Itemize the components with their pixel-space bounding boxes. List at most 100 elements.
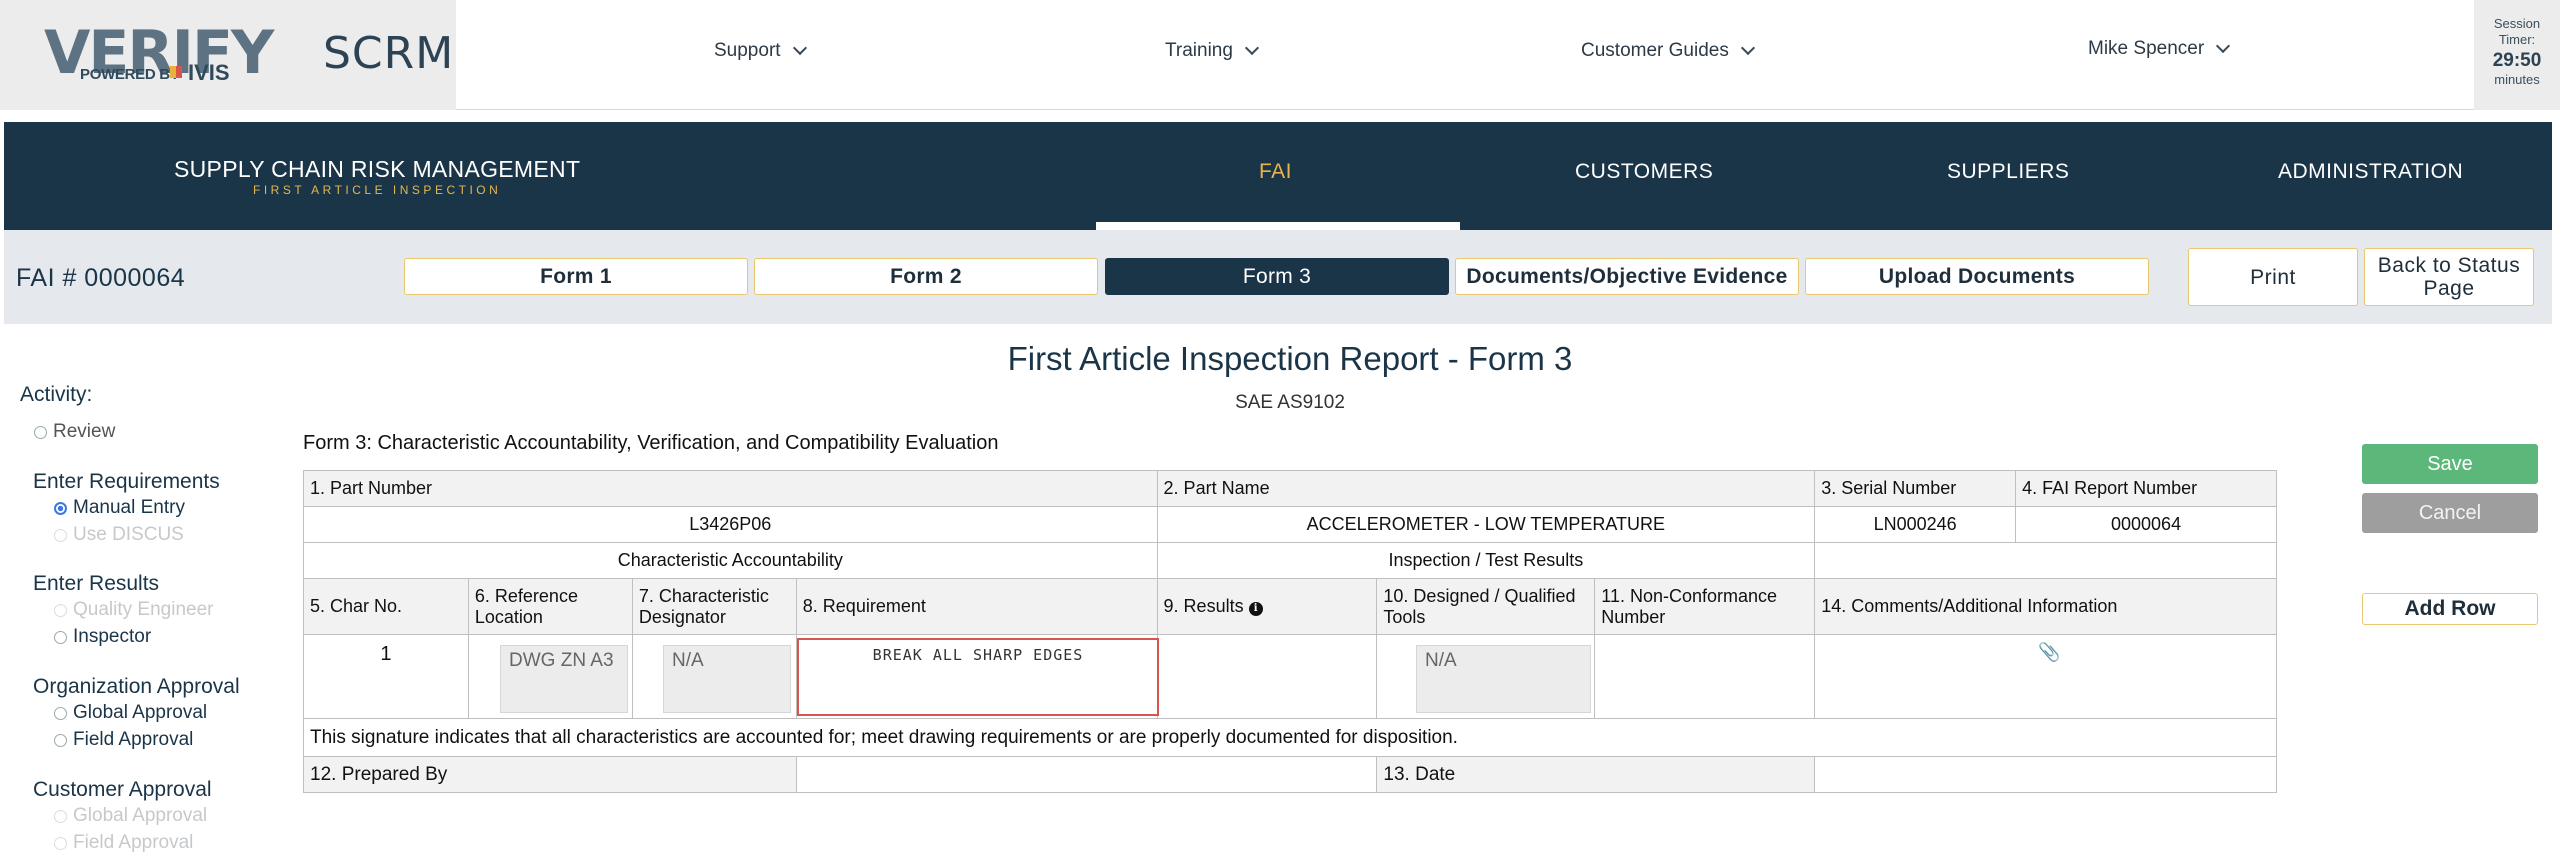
option-review[interactable]: Review (34, 421, 115, 443)
option-cust-field-approval[interactable]: Field Approval (54, 832, 193, 854)
use-discus-radio[interactable] (54, 528, 67, 542)
ncr-cell[interactable] (1594, 634, 1816, 719)
part-number-value: L3426P06 (303, 506, 1158, 543)
characteristic-designator-input[interactable]: N/A (663, 645, 791, 713)
tab-form-3[interactable]: Form 3 (1105, 258, 1449, 295)
enter-requirements-heading: Enter Requirements (33, 470, 220, 493)
header-row-part: 1. Part Number 2. Part Name 3. Serial Nu… (303, 470, 2277, 507)
review-radio[interactable] (34, 425, 47, 439)
logo-ivis: IVIS (188, 60, 230, 85)
cust-field-radio[interactable] (54, 836, 67, 850)
nav-training[interactable]: Training (1165, 40, 1260, 62)
option-cust-global-approval[interactable]: Global Approval (54, 805, 207, 827)
option-org-field-approval[interactable]: Field Approval (54, 729, 193, 751)
date-label: 13. Date (1376, 756, 1816, 793)
tools-input[interactable]: N/A (1416, 645, 1591, 713)
logo-powered-by: POWERED BY (80, 66, 180, 83)
option-inspector[interactable]: Inspector (54, 626, 151, 648)
session-label: Session (2493, 16, 2541, 31)
form3-table: 1. Part Number 2. Part Name 3. Serial Nu… (303, 470, 2277, 793)
main-navbar: SUPPLY CHAIN RISK MANAGEMENT FIRST ARTIC… (4, 122, 2552, 230)
ivis-mark-icon (170, 66, 182, 78)
signature-statement: This signature indicates that all charac… (303, 718, 2277, 757)
timer-unit: minutes (2494, 72, 2540, 87)
chevron-down-icon (1740, 40, 1755, 56)
manual-entry-radio[interactable] (54, 501, 67, 515)
user-name: Mike Spencer (2088, 38, 2205, 59)
save-button[interactable]: Save (2362, 444, 2538, 484)
top-header: VERIFY POWERED BY IVIS SCRM Support Trai… (0, 0, 2560, 110)
col-nonconformance: 11. Non-Conformance Number (1594, 578, 1816, 635)
serial-number-value: LN000246 (1814, 506, 2017, 543)
prepared-row: 12. Prepared By 13. Date (303, 756, 2277, 793)
serial-number-header: 3. Serial Number (1814, 470, 2017, 507)
back-label-line2: Page (2423, 277, 2475, 300)
group-header-row: Characteristic Accountability Inspection… (303, 542, 2277, 579)
org-approval-heading: Organization Approval (33, 675, 240, 698)
review-label: Review (53, 421, 116, 442)
timer-label: Timer: (2498, 32, 2536, 47)
manual-entry-label: Manual Entry (73, 497, 185, 518)
reference-location-input[interactable]: DWG ZN A3 (500, 645, 628, 713)
tab-documents[interactable]: Documents/Objective Evidence (1455, 258, 1799, 295)
inspector-radio[interactable] (54, 630, 67, 644)
customer-approval-heading: Customer Approval (33, 778, 212, 801)
col-char-no: 5. Char No. (303, 578, 469, 635)
date-value[interactable] (1814, 756, 2277, 793)
form-subbar: FAI # 0000064 Form 1 Form 2 Form 3 Docum… (4, 230, 2552, 324)
brand-subtitle: FIRST ARTICLE INSPECTION (253, 183, 502, 197)
characteristic-accountability-header: Characteristic Accountability (303, 542, 1158, 579)
nav-support-label: Support (714, 40, 781, 61)
add-row-button[interactable]: Add Row (2362, 593, 2538, 625)
results-cell[interactable] (1156, 634, 1378, 719)
org-field-label: Field Approval (73, 729, 194, 750)
logo-area[interactable]: VERIFY POWERED BY IVIS SCRM (0, 0, 456, 110)
tab-fai[interactable]: FAI (1259, 160, 1292, 184)
cancel-button[interactable]: Cancel (2362, 493, 2538, 533)
fai-number: FAI # 0000064 (16, 264, 186, 292)
nav-support[interactable]: Support (714, 40, 807, 62)
org-field-radio[interactable] (54, 733, 67, 747)
tab-form-2[interactable]: Form 2 (754, 258, 1098, 295)
part-name-header: 2. Part Name (1156, 470, 1816, 507)
option-org-global-approval[interactable]: Global Approval (54, 702, 207, 724)
page-title: First Article Inspection Report - Form 3 (1007, 340, 1573, 377)
tab-customers[interactable]: CUSTOMERS (1575, 160, 1713, 184)
tab-administration[interactable]: ADMINISTRATION (2278, 160, 2463, 184)
col-characteristic-designator: 7. Characteristic Designator (631, 578, 797, 635)
tab-upload-documents[interactable]: Upload Documents (1805, 258, 2149, 295)
user-menu[interactable]: Mike Spencer (2088, 38, 2231, 60)
prepared-by-value[interactable] (795, 756, 1378, 793)
print-button[interactable]: Print (2188, 248, 2358, 306)
option-manual-entry[interactable]: Manual Entry (54, 497, 185, 519)
cust-global-radio[interactable] (54, 809, 67, 823)
back-to-status-button[interactable]: Back to Status Page (2364, 248, 2534, 306)
col-results: 9. Results i (1156, 578, 1378, 635)
paperclip-icon[interactable]: 📎 (2038, 642, 2060, 663)
option-quality-engineer[interactable]: Quality Engineer (54, 599, 213, 621)
tab-form-1[interactable]: Form 1 (404, 258, 748, 295)
tab-suppliers[interactable]: SUPPLIERS (1947, 160, 2069, 184)
timer-value: 29:50 (2492, 50, 2542, 71)
brand-title: SUPPLY CHAIN RISK MANAGEMENT (174, 156, 581, 182)
org-global-radio[interactable] (54, 706, 67, 720)
col-results-label: 9. Results (1163, 596, 1244, 616)
brand[interactable]: SUPPLY CHAIN RISK MANAGEMENT FIRST ARTIC… (174, 156, 580, 197)
app-name: SCRM (323, 28, 455, 79)
quality-engineer-radio[interactable] (54, 603, 67, 617)
cust-global-label: Global Approval (73, 805, 208, 826)
nav-customer-guides-label: Customer Guides (1581, 40, 1729, 61)
char-no-cell: 1 (303, 634, 469, 719)
column-header-row: 5. Char No. 6. Reference Location 7. Cha… (303, 578, 2277, 635)
form-label: Form 3: Characteristic Accountability, V… (303, 432, 999, 454)
nav-customer-guides[interactable]: Customer Guides (1581, 40, 1755, 62)
option-use-discus[interactable]: Use DISCUS (54, 524, 184, 546)
requirement-input[interactable]: BREAK ALL SHARP EDGES (797, 638, 1159, 716)
active-tab-indicator (1096, 222, 1460, 230)
info-icon[interactable]: i (1248, 602, 1263, 616)
empty-group-cell (1814, 542, 2277, 579)
fai-report-number-header: 4. FAI Report Number (2015, 470, 2277, 507)
inspector-label: Inspector (73, 626, 152, 647)
part-name-value: ACCELEROMETER - LOW TEMPERATURE (1156, 506, 1816, 543)
col-tools: 10. Designed / Qualified Tools (1376, 578, 1596, 635)
